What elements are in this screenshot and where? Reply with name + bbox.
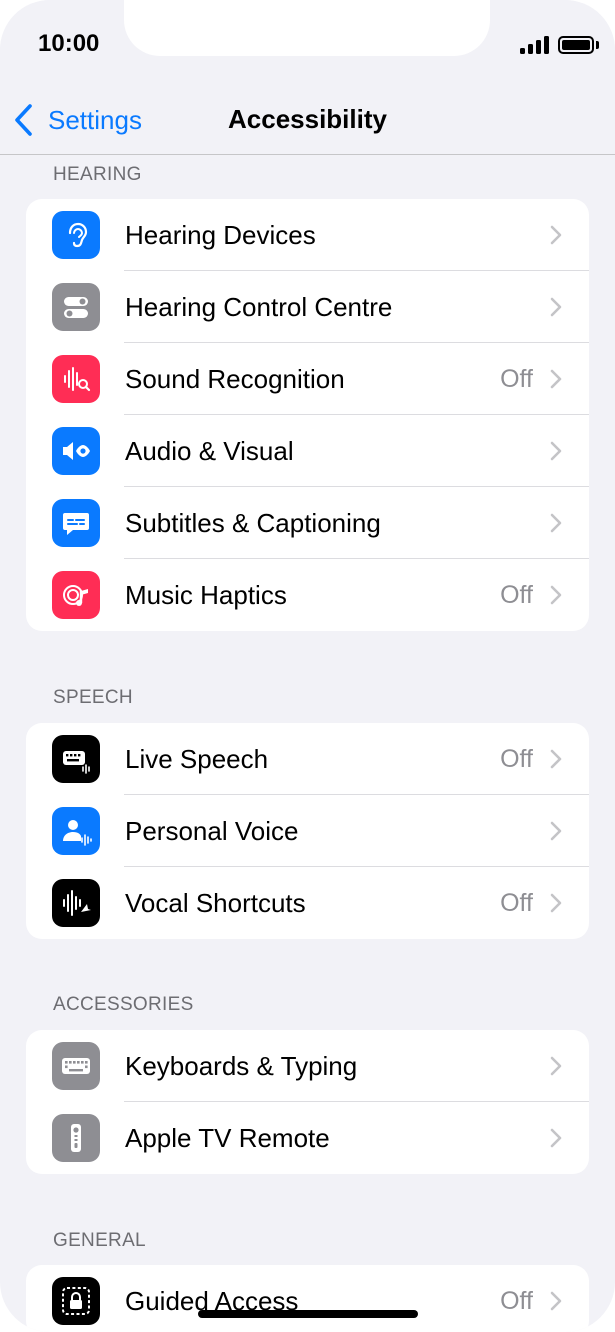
group-accessories: Keyboards & Typing Apple TV Remote: [26, 1030, 589, 1174]
group-speech: Live Speech Off Personal Voice Vocal Sho…: [26, 723, 589, 939]
row-keyboards-typing[interactable]: Keyboards & Typing: [26, 1030, 589, 1102]
chevron-right-icon: [550, 821, 562, 841]
row-value: Off: [500, 364, 533, 393]
battery-cap: [596, 41, 599, 49]
row-music-haptics[interactable]: Music Haptics Off: [26, 559, 589, 631]
cellular-signal-icon: [520, 36, 550, 54]
row-label: Hearing Devices: [125, 219, 316, 250]
row-label: Keyboards & Typing: [125, 1050, 358, 1081]
chevron-right-icon: [550, 1056, 562, 1076]
group-hearing: Hearing Devices Hearing Control Centre S…: [26, 199, 589, 631]
toggles-icon: [52, 283, 100, 331]
navigation-bar: Settings Accessibility: [0, 90, 615, 155]
row-label: Audio & Visual: [125, 435, 294, 466]
person-wave-icon: [52, 807, 100, 855]
section-header-speech: SPEECH: [53, 687, 133, 708]
notch: [124, 0, 490, 56]
row-label: Music Haptics: [125, 579, 287, 610]
row-label: Live Speech: [125, 743, 269, 774]
speaker-eye-icon: [52, 427, 100, 475]
remote-icon: [52, 1114, 100, 1162]
row-live-speech[interactable]: Live Speech Off: [26, 723, 589, 795]
row-hearing-devices[interactable]: Hearing Devices: [26, 199, 589, 271]
chevron-right-icon: [550, 441, 562, 461]
home-indicator[interactable]: [198, 1310, 418, 1318]
row-label: Vocal Shortcuts: [125, 887, 306, 918]
row-sound-recognition[interactable]: Sound Recognition Off: [26, 343, 589, 415]
chevron-right-icon: [550, 893, 562, 913]
caption-bubble-icon: [52, 499, 100, 547]
status-time: 10:00: [38, 30, 100, 57]
row-value: Off: [500, 744, 533, 773]
row-label: Personal Voice: [125, 815, 299, 846]
ear-icon: [52, 211, 100, 259]
waveform-search-icon: [52, 355, 100, 403]
section-header-general: GENERAL: [53, 1230, 146, 1251]
lock-dashed-icon: [52, 1277, 100, 1325]
row-subtitles-captioning[interactable]: Subtitles & Captioning: [26, 487, 589, 559]
row-value: Off: [500, 888, 533, 917]
row-hearing-control-centre[interactable]: Hearing Control Centre: [26, 271, 589, 343]
row-label: Hearing Control Centre: [125, 291, 393, 322]
settings-list[interactable]: HEARING Hearing Devices Hearing Control …: [0, 155, 615, 1332]
chevron-right-icon: [550, 513, 562, 533]
chevron-right-icon: [550, 1291, 562, 1311]
phone-screen: 10:00 Settings Accessibility HEARING Hea…: [0, 0, 615, 1332]
chevron-right-icon: [550, 585, 562, 605]
row-label: Subtitles & Captioning: [125, 507, 381, 538]
row-label: Apple TV Remote: [125, 1122, 330, 1153]
chevron-right-icon: [550, 749, 562, 769]
row-vocal-shortcuts[interactable]: Vocal Shortcuts Off: [26, 867, 589, 939]
row-label: Sound Recognition: [125, 363, 345, 394]
row-apple-tv-remote[interactable]: Apple TV Remote: [26, 1102, 589, 1174]
page-title: Accessibility: [228, 104, 387, 134]
group-general: Guided Access Off: [26, 1265, 589, 1332]
section-header-hearing: HEARING: [53, 164, 142, 185]
row-guided-access[interactable]: Guided Access Off: [26, 1265, 589, 1332]
row-value: Off: [500, 580, 533, 609]
chevron-right-icon: [550, 297, 562, 317]
keyboard-wave-icon: [52, 735, 100, 783]
chevron-right-icon: [550, 369, 562, 389]
chevron-right-icon: [550, 1128, 562, 1148]
section-header-accessories: ACCESSORIES: [53, 994, 194, 1015]
battery-icon: [558, 36, 594, 54]
chevron-right-icon: [550, 225, 562, 245]
status-bar: 10:00: [0, 0, 615, 90]
waveform-arrow-icon: [52, 879, 100, 927]
keyboard-icon: [52, 1042, 100, 1090]
row-personal-voice[interactable]: Personal Voice: [26, 795, 589, 867]
music-haptics-icon: [52, 571, 100, 619]
row-value: Off: [500, 1286, 533, 1315]
row-audio-visual[interactable]: Audio & Visual: [26, 415, 589, 487]
